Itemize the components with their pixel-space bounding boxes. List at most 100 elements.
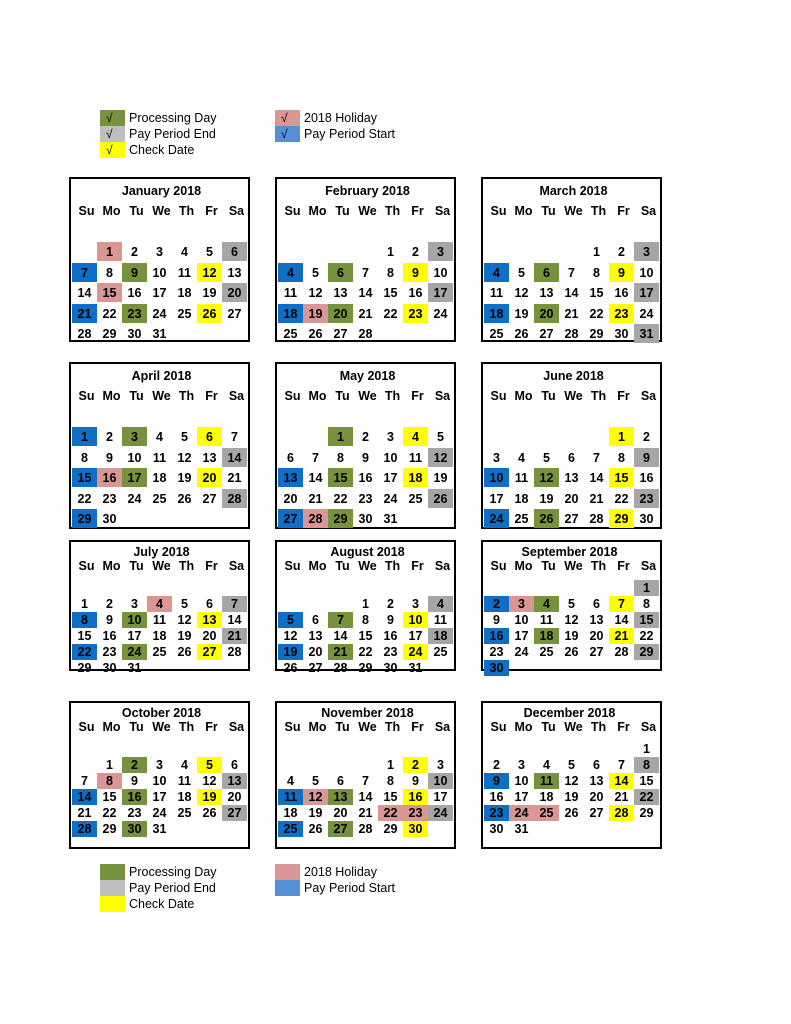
calendar-day[interactable]: 30 bbox=[609, 324, 634, 343]
calendar-day[interactable]: 1 bbox=[634, 741, 659, 757]
calendar-day[interactable]: 26 bbox=[172, 644, 197, 660]
calendar-day[interactable]: 25 bbox=[403, 489, 428, 508]
calendar-day-hol[interactable]: 23 bbox=[403, 805, 428, 821]
calendar-day-proc[interactable]: 15 bbox=[328, 468, 353, 487]
calendar-day[interactable]: 12 bbox=[559, 773, 584, 789]
calendar-day[interactable]: 28 bbox=[353, 324, 378, 343]
calendar-day-end[interactable]: 20 bbox=[222, 283, 247, 302]
calendar-day[interactable]: 1 bbox=[584, 242, 609, 261]
calendar-day[interactable]: 18 bbox=[509, 489, 534, 508]
calendar-day-start[interactable]: 7 bbox=[72, 262, 97, 282]
calendar-day[interactable]: 20 bbox=[584, 789, 609, 805]
calendar-day[interactable]: 21 bbox=[72, 805, 97, 821]
calendar-day-end[interactable]: 4 bbox=[428, 596, 453, 612]
calendar-day[interactable]: 22 bbox=[97, 304, 122, 323]
calendar-day[interactable]: 21 bbox=[353, 805, 378, 821]
calendar-day[interactable]: 25 bbox=[147, 644, 172, 660]
calendar-day[interactable]: 8 bbox=[584, 263, 609, 282]
calendar-day[interactable]: 22 bbox=[72, 489, 97, 508]
calendar-day[interactable]: 24 bbox=[122, 489, 147, 508]
calendar-day-check[interactable]: 21 bbox=[609, 628, 634, 644]
calendar-day[interactable]: 27 bbox=[222, 304, 247, 323]
calendar-day[interactable]: 4 bbox=[509, 448, 534, 467]
calendar-day[interactable]: 30 bbox=[378, 660, 403, 676]
calendar-day[interactable]: 4 bbox=[172, 757, 197, 773]
calendar-day[interactable]: 10 bbox=[122, 448, 147, 467]
calendar-day[interactable]: 11 bbox=[172, 263, 197, 282]
calendar-day-start[interactable]: 27 bbox=[278, 509, 303, 528]
calendar-day[interactable]: 26 bbox=[278, 660, 303, 676]
calendar-day-check[interactable]: 6 bbox=[197, 427, 222, 446]
calendar-day[interactable]: 2 bbox=[353, 427, 378, 446]
calendar-day-proc[interactable]: 16 bbox=[122, 789, 147, 805]
calendar-day[interactable]: 13 bbox=[303, 628, 328, 644]
calendar-day-check[interactable]: 7 bbox=[609, 596, 634, 612]
calendar-day[interactable]: 17 bbox=[484, 489, 509, 508]
calendar-day[interactable]: 30 bbox=[353, 509, 378, 528]
calendar-day[interactable]: 23 bbox=[122, 805, 147, 821]
calendar-day[interactable]: 4 bbox=[172, 242, 197, 261]
calendar-day[interactable]: 29 bbox=[97, 821, 122, 837]
calendar-day[interactable]: 30 bbox=[484, 821, 509, 837]
calendar-day[interactable]: 2 bbox=[378, 596, 403, 612]
calendar-day[interactable]: 27 bbox=[328, 324, 353, 343]
calendar-day[interactable]: 20 bbox=[559, 489, 584, 508]
calendar-day-start[interactable]: 18 bbox=[278, 303, 303, 323]
calendar-day[interactable]: 8 bbox=[353, 612, 378, 628]
calendar-day[interactable]: 20 bbox=[278, 489, 303, 508]
calendar-day-check[interactable]: 29 bbox=[609, 509, 634, 528]
calendar-day-check[interactable]: 20 bbox=[197, 468, 222, 487]
calendar-day-end[interactable]: 15 bbox=[634, 612, 659, 628]
calendar-day[interactable]: 17 bbox=[378, 468, 403, 487]
calendar-day[interactable]: 19 bbox=[428, 468, 453, 487]
calendar-day-check[interactable]: 12 bbox=[197, 262, 222, 282]
calendar-day-start[interactable]: 18 bbox=[484, 303, 509, 323]
calendar-day[interactable]: 11 bbox=[278, 283, 303, 302]
calendar-day[interactable]: 9 bbox=[378, 612, 403, 628]
calendar-day[interactable]: 9 bbox=[353, 448, 378, 467]
calendar-day-check[interactable]: 27 bbox=[197, 644, 222, 660]
calendar-day[interactable]: 5 bbox=[172, 427, 197, 446]
calendar-day[interactable]: 23 bbox=[97, 644, 122, 660]
calendar-day[interactable]: 11 bbox=[509, 468, 534, 487]
calendar-day[interactable]: 12 bbox=[509, 283, 534, 302]
calendar-day[interactable]: 13 bbox=[584, 773, 609, 789]
calendar-day[interactable]: 28 bbox=[328, 660, 353, 676]
calendar-day[interactable]: 26 bbox=[172, 489, 197, 508]
calendar-day-check[interactable]: 30 bbox=[403, 821, 428, 837]
calendar-day-end[interactable]: 14 bbox=[222, 447, 247, 467]
calendar-day[interactable]: 2 bbox=[634, 427, 659, 446]
calendar-day[interactable]: 19 bbox=[172, 628, 197, 644]
calendar-day[interactable]: 10 bbox=[428, 263, 453, 282]
calendar-day-start[interactable]: 2 bbox=[484, 596, 509, 612]
calendar-day-start[interactable]: 16 bbox=[484, 628, 509, 644]
calendar-day[interactable]: 7 bbox=[222, 427, 247, 446]
calendar-day[interactable]: 20 bbox=[328, 805, 353, 821]
calendar-day[interactable]: 6 bbox=[197, 596, 222, 612]
calendar-day[interactable]: 6 bbox=[559, 448, 584, 467]
calendar-day[interactable]: 17 bbox=[147, 789, 172, 805]
calendar-day[interactable]: 19 bbox=[559, 789, 584, 805]
calendar-day[interactable]: 5 bbox=[534, 448, 559, 467]
calendar-day[interactable]: 7 bbox=[559, 263, 584, 282]
calendar-day[interactable]: 16 bbox=[378, 628, 403, 644]
calendar-day-proc[interactable]: 24 bbox=[122, 644, 147, 660]
calendar-day[interactable]: 23 bbox=[378, 644, 403, 660]
calendar-day-hol[interactable]: 3 bbox=[509, 596, 534, 612]
calendar-day[interactable]: 21 bbox=[303, 489, 328, 508]
calendar-day[interactable]: 24 bbox=[428, 304, 453, 323]
calendar-day[interactable]: 9 bbox=[484, 612, 509, 628]
calendar-day-proc[interactable]: 1 bbox=[328, 427, 353, 446]
calendar-day-check[interactable]: 15 bbox=[609, 468, 634, 487]
calendar-day-hol[interactable]: 1 bbox=[97, 242, 122, 261]
calendar-day[interactable]: 7 bbox=[353, 263, 378, 282]
calendar-day[interactable]: 16 bbox=[634, 468, 659, 487]
calendar-day[interactable]: 18 bbox=[147, 628, 172, 644]
calendar-day[interactable]: 1 bbox=[378, 242, 403, 261]
calendar-day[interactable]: 22 bbox=[609, 489, 634, 508]
calendar-day[interactable]: 29 bbox=[72, 660, 97, 676]
calendar-day[interactable]: 4 bbox=[278, 773, 303, 789]
calendar-day-start[interactable]: 1 bbox=[72, 427, 97, 446]
calendar-day[interactable]: 3 bbox=[428, 757, 453, 773]
calendar-day-proc[interactable]: 20 bbox=[534, 303, 559, 323]
